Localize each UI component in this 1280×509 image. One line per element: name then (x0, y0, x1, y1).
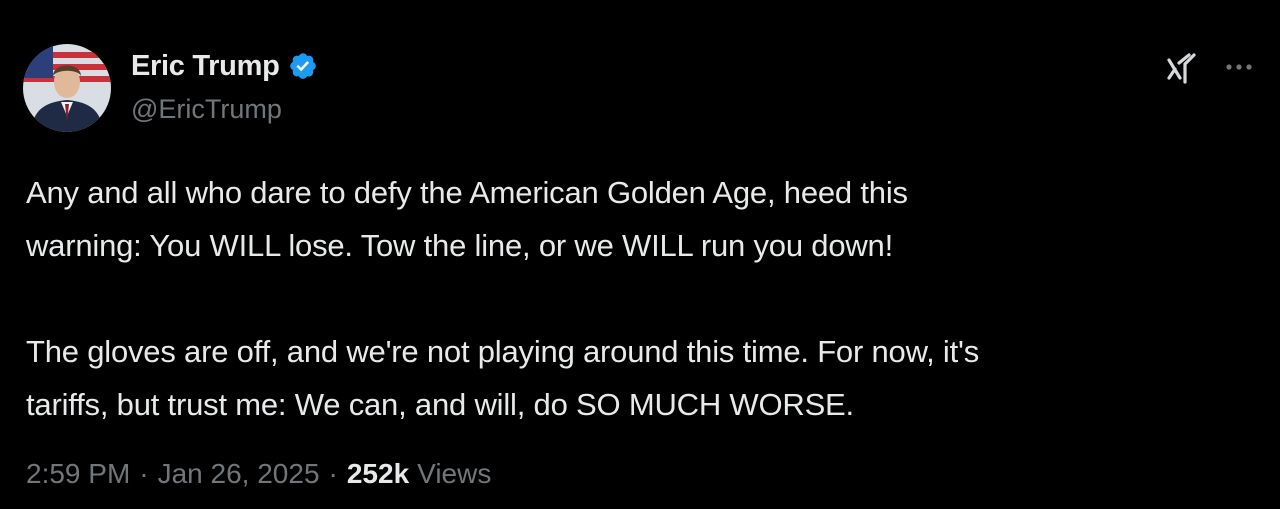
author-display-name[interactable]: Eric Trump (131, 50, 280, 83)
views-count: 252k (346, 458, 410, 489)
tweet-paragraph: Any and all who dare to defy the America… (26, 175, 908, 263)
meta-separator: · (328, 458, 338, 489)
author-avatar[interactable] (23, 44, 111, 132)
author-handle[interactable]: @EricTrump (131, 94, 282, 125)
tweet-meta: 2:59 PM · Jan 26, 2025 · 252k Views (26, 458, 491, 490)
grok-icon[interactable] (1165, 52, 1199, 86)
tweet-time[interactable]: 2:59 PM (26, 458, 130, 490)
more-options-icon[interactable] (1222, 57, 1256, 77)
avatar-photo (23, 44, 111, 132)
meta-separator: · (139, 458, 149, 489)
tweet-paragraph: The gloves are off, and we're not playin… (26, 334, 980, 422)
views-label: Views (417, 458, 492, 489)
tweet-body: Any and all who dare to defy the America… (26, 166, 1246, 431)
verified-badge-icon (288, 51, 318, 81)
author-name-row: Eric Trump (131, 48, 318, 84)
tweet-card: Eric Trump @EricTrump Any and all who da… (0, 0, 1280, 509)
tweet-date[interactable]: Jan 26, 2025 (158, 458, 320, 490)
